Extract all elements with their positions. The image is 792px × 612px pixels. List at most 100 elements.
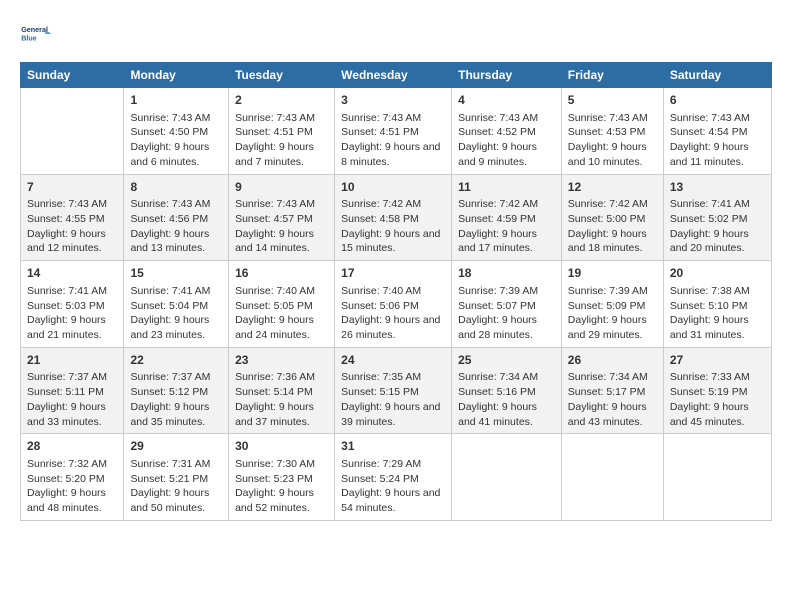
day-number: 3 (341, 92, 445, 109)
day-details: Sunrise: 7:38 AMSunset: 5:10 PMDaylight:… (670, 284, 765, 343)
day-details: Sunrise: 7:39 AMSunset: 5:07 PMDaylight:… (458, 284, 555, 343)
calendar-cell: 23Sunrise: 7:36 AMSunset: 5:14 PMDayligh… (229, 347, 335, 434)
calendar-cell: 16 Sunrise: 7:40 AMSunset: 5:05 PMDayligh… (229, 261, 335, 348)
week-row-5: 28 Sunrise: 7:32 AMSunset: 5:20 PMDayligh… (21, 434, 772, 521)
day-details: Sunrise: 7:42 AMSunset: 4:59 PMDaylight:… (458, 197, 555, 256)
day-number: 17 (341, 265, 445, 282)
calendar-cell: 13Sunrise: 7:41 AMSunset: 5:02 PMDayligh… (663, 174, 771, 261)
header-day-friday: Friday (561, 63, 663, 88)
day-details: Sunrise: 7:43 AMSunset: 4:51 PMDaylight:… (235, 111, 328, 170)
day-number: 24 (341, 352, 445, 369)
header-day-wednesday: Wednesday (335, 63, 452, 88)
calendar-cell: 19 Sunrise: 7:39 AMSunset: 5:09 PMDayligh… (561, 261, 663, 348)
header-day-thursday: Thursday (452, 63, 562, 88)
day-details: Sunrise: 7:30 AMSunset: 5:23 PMDaylight:… (235, 457, 328, 516)
header-day-sunday: Sunday (21, 63, 124, 88)
day-details: Sunrise: 7:43 AMSunset: 4:53 PMDaylight:… (568, 111, 657, 170)
calendar-cell: 9Sunrise: 7:43 AMSunset: 4:57 PMDaylight… (229, 174, 335, 261)
day-details: Sunrise: 7:34 AMSunset: 5:17 PMDaylight:… (568, 370, 657, 429)
calendar-cell: 18 Sunrise: 7:39 AMSunset: 5:07 PMDayligh… (452, 261, 562, 348)
day-number: 23 (235, 352, 328, 369)
day-number: 28 (27, 438, 117, 455)
calendar-cell: 10Sunrise: 7:42 AMSunset: 4:58 PMDayligh… (335, 174, 452, 261)
day-number: 2 (235, 92, 328, 109)
day-number: 21 (27, 352, 117, 369)
day-number: 16 (235, 265, 328, 282)
calendar-cell: 14 Sunrise: 7:41 AMSunset: 5:03 PMDayligh… (21, 261, 124, 348)
calendar-cell: 22Sunrise: 7:37 AMSunset: 5:12 PMDayligh… (124, 347, 229, 434)
day-details: Sunrise: 7:35 AMSunset: 5:15 PMDaylight:… (341, 370, 445, 429)
calendar-cell: 6Sunrise: 7:43 AMSunset: 4:54 PMDaylight… (663, 88, 771, 175)
day-number: 1 (130, 92, 222, 109)
day-number: 30 (235, 438, 328, 455)
calendar-cell: 15Sunrise: 7:41 AMSunset: 5:04 PMDayligh… (124, 261, 229, 348)
day-details: Sunrise: 7:39 AMSunset: 5:09 PMDaylight:… (568, 284, 657, 343)
day-number: 6 (670, 92, 765, 109)
calendar-cell: 30 Sunrise: 7:30 AMSunset: 5:23 PMDayligh… (229, 434, 335, 521)
header-day-tuesday: Tuesday (229, 63, 335, 88)
day-details: Sunrise: 7:41 AMSunset: 5:04 PMDaylight:… (130, 284, 222, 343)
day-number: 13 (670, 179, 765, 196)
day-number: 25 (458, 352, 555, 369)
calendar-cell: 29 Sunrise: 7:31 AMSunset: 5:21 PMDayligh… (124, 434, 229, 521)
header: GeneralBlue (20, 16, 772, 52)
calendar-cell: 4 Sunrise: 7:43 AMSunset: 4:52 PMDaylight… (452, 88, 562, 175)
day-number: 26 (568, 352, 657, 369)
calendar-cell (21, 88, 124, 175)
day-number: 31 (341, 438, 445, 455)
day-details: Sunrise: 7:43 AMSunset: 4:57 PMDaylight:… (235, 197, 328, 256)
calendar-cell: 21Sunrise: 7:37 AMSunset: 5:11 PMDayligh… (21, 347, 124, 434)
day-details: Sunrise: 7:31 AMSunset: 5:21 PMDaylight:… (130, 457, 222, 516)
calendar-cell (561, 434, 663, 521)
week-row-1: 1Sunrise: 7:43 AMSunset: 4:50 PMDaylight… (21, 88, 772, 175)
day-number: 8 (130, 179, 222, 196)
day-details: Sunrise: 7:43 AMSunset: 4:55 PMDaylight:… (27, 197, 117, 256)
day-details: Sunrise: 7:34 AMSunset: 5:16 PMDaylight:… (458, 370, 555, 429)
day-details: Sunrise: 7:43 AMSunset: 4:51 PMDaylight:… (341, 111, 445, 170)
calendar-header-row: SundayMondayTuesdayWednesdayThursdayFrid… (21, 63, 772, 88)
day-number: 10 (341, 179, 445, 196)
day-details: Sunrise: 7:37 AMSunset: 5:11 PMDaylight:… (27, 370, 117, 429)
day-number: 19 (568, 265, 657, 282)
calendar-cell: 31Sunrise: 7:29 AMSunset: 5:24 PMDayligh… (335, 434, 452, 521)
logo-icon: GeneralBlue (20, 16, 56, 52)
day-details: Sunrise: 7:36 AMSunset: 5:14 PMDaylight:… (235, 370, 328, 429)
day-details: Sunrise: 7:42 AMSunset: 5:00 PMDaylight:… (568, 197, 657, 256)
day-number: 14 (27, 265, 117, 282)
calendar-cell (452, 434, 562, 521)
calendar-cell: 25Sunrise: 7:34 AMSunset: 5:16 PMDayligh… (452, 347, 562, 434)
calendar-cell: 24Sunrise: 7:35 AMSunset: 5:15 PMDayligh… (335, 347, 452, 434)
calendar-table: SundayMondayTuesdayWednesdayThursdayFrid… (20, 62, 772, 521)
calendar-cell: 2 Sunrise: 7:43 AMSunset: 4:51 PMDaylight… (229, 88, 335, 175)
day-number: 27 (670, 352, 765, 369)
day-number: 9 (235, 179, 328, 196)
calendar-cell (663, 434, 771, 521)
header-day-saturday: Saturday (663, 63, 771, 88)
day-details: Sunrise: 7:43 AMSunset: 4:56 PMDaylight:… (130, 197, 222, 256)
calendar-cell: 5Sunrise: 7:43 AMSunset: 4:53 PMDaylight… (561, 88, 663, 175)
day-details: Sunrise: 7:43 AMSunset: 4:52 PMDaylight:… (458, 111, 555, 170)
day-number: 22 (130, 352, 222, 369)
week-row-3: 14 Sunrise: 7:41 AMSunset: 5:03 PMDayligh… (21, 261, 772, 348)
logo: GeneralBlue (20, 16, 56, 52)
day-details: Sunrise: 7:40 AMSunset: 5:05 PMDaylight:… (235, 284, 328, 343)
day-details: Sunrise: 7:42 AMSunset: 4:58 PMDaylight:… (341, 197, 445, 256)
calendar-cell: 8Sunrise: 7:43 AMSunset: 4:56 PMDaylight… (124, 174, 229, 261)
calendar-cell: 7Sunrise: 7:43 AMSunset: 4:55 PMDaylight… (21, 174, 124, 261)
svg-text:General: General (21, 25, 48, 34)
day-number: 20 (670, 265, 765, 282)
week-row-2: 7Sunrise: 7:43 AMSunset: 4:55 PMDaylight… (21, 174, 772, 261)
day-number: 18 (458, 265, 555, 282)
calendar-cell: 12Sunrise: 7:42 AMSunset: 5:00 PMDayligh… (561, 174, 663, 261)
svg-text:Blue: Blue (21, 34, 37, 43)
day-details: Sunrise: 7:32 AMSunset: 5:20 PMDaylight:… (27, 457, 117, 516)
calendar-cell: 3 Sunrise: 7:43 AMSunset: 4:51 PMDaylight… (335, 88, 452, 175)
day-number: 12 (568, 179, 657, 196)
day-details: Sunrise: 7:41 AMSunset: 5:03 PMDaylight:… (27, 284, 117, 343)
day-number: 4 (458, 92, 555, 109)
day-details: Sunrise: 7:33 AMSunset: 5:19 PMDaylight:… (670, 370, 765, 429)
day-number: 29 (130, 438, 222, 455)
calendar-cell: 1Sunrise: 7:43 AMSunset: 4:50 PMDaylight… (124, 88, 229, 175)
day-details: Sunrise: 7:41 AMSunset: 5:02 PMDaylight:… (670, 197, 765, 256)
day-number: 11 (458, 179, 555, 196)
